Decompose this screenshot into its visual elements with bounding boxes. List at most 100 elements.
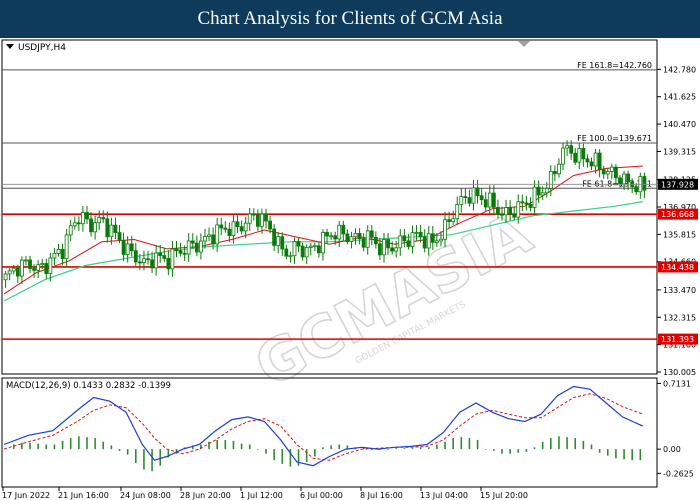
macd-hist-bar bbox=[582, 440, 585, 450]
price-tick-label: 135.815 bbox=[663, 230, 696, 239]
candle-body bbox=[101, 217, 106, 220]
candle-body bbox=[471, 187, 476, 204]
candle-body bbox=[81, 212, 85, 225]
candle-body bbox=[268, 220, 272, 230]
macd-hist-bar bbox=[322, 447, 324, 450]
candle-body bbox=[622, 173, 626, 185]
candle-body bbox=[341, 224, 346, 235]
candle-body bbox=[325, 232, 329, 237]
candle-body bbox=[133, 250, 138, 263]
candle-body bbox=[439, 238, 443, 242]
macd-hist-bar bbox=[623, 449, 625, 460]
candle-body bbox=[520, 201, 525, 204]
candle-body bbox=[353, 233, 358, 238]
candle-body bbox=[479, 195, 484, 201]
candle-body bbox=[434, 240, 439, 243]
macd-hist-bar bbox=[305, 449, 308, 463]
macd-panel: MACD(12,26,9) 0.1433 0.2832 -0.1399 0.71… bbox=[1, 377, 694, 488]
candle-body bbox=[609, 166, 614, 172]
candle-body bbox=[544, 188, 549, 194]
candle-body bbox=[552, 171, 557, 175]
candle-body bbox=[410, 232, 415, 247]
candle-body bbox=[60, 249, 65, 260]
candle-body bbox=[528, 203, 533, 208]
macd-hist-bar bbox=[69, 438, 72, 450]
candle-body bbox=[414, 232, 419, 234]
scroll-marker-icon[interactable] bbox=[518, 41, 530, 47]
macd-hist-bar bbox=[444, 441, 446, 450]
candle-body bbox=[182, 252, 187, 255]
candle-body bbox=[146, 258, 150, 261]
macd-hist-bar bbox=[606, 449, 609, 456]
macd-hist-bar bbox=[452, 438, 454, 450]
candle-body bbox=[117, 232, 122, 241]
macd-hist-bar bbox=[370, 449, 373, 451]
macd-histogram bbox=[12, 436, 642, 472]
candle-body bbox=[76, 222, 81, 225]
candle-body bbox=[398, 235, 403, 249]
candle-body bbox=[239, 226, 244, 232]
candle-body bbox=[142, 258, 146, 264]
candle-body bbox=[296, 241, 301, 247]
macd-hist-bar bbox=[240, 443, 243, 450]
panel-menu-triangle-icon[interactable] bbox=[6, 44, 14, 49]
candle-body bbox=[280, 236, 285, 250]
fibo-label: FE 100.0=139.671 bbox=[577, 134, 652, 143]
candle-body bbox=[589, 161, 594, 167]
macd-hist-bar bbox=[558, 436, 560, 450]
candle-body bbox=[373, 236, 378, 245]
watermark-brand: GCMASIA bbox=[244, 199, 542, 400]
candle-body bbox=[386, 239, 390, 249]
candle-body bbox=[642, 176, 647, 191]
candle-body bbox=[40, 263, 45, 266]
candle-body bbox=[349, 236, 354, 242]
candle-body bbox=[337, 224, 342, 240]
candle-body bbox=[215, 224, 220, 245]
macd-hist-bar bbox=[517, 449, 520, 453]
candle-body bbox=[198, 240, 203, 253]
candle-body bbox=[166, 257, 171, 270]
macd-hist-bar bbox=[639, 449, 642, 461]
macd-hist-bar bbox=[257, 449, 259, 450]
price-tick-label: 141.625 bbox=[663, 93, 696, 102]
candle-body bbox=[243, 222, 248, 232]
candle-body bbox=[512, 213, 517, 218]
macd-tick-label: 0.00 bbox=[663, 445, 681, 454]
candle-body bbox=[211, 234, 216, 245]
macd-hist-bar bbox=[248, 444, 251, 450]
candle-body bbox=[508, 207, 513, 215]
candle-body bbox=[85, 212, 89, 220]
macd-hist-bar bbox=[468, 438, 471, 450]
time-tick-label: 21 Jun 16:00 bbox=[58, 491, 109, 500]
time-tick-label: 6 Jul 00:00 bbox=[300, 491, 343, 500]
candle-body bbox=[557, 163, 561, 175]
candle-body bbox=[64, 234, 69, 260]
candle-body bbox=[577, 148, 582, 163]
sr-price-badge-label: 134.438 bbox=[661, 263, 694, 272]
candle-body bbox=[601, 169, 606, 175]
candle-body bbox=[292, 241, 297, 257]
price-axis: 142.780141.625140.470139.315138.125136.9… bbox=[657, 65, 696, 377]
macd-hist-bar bbox=[110, 445, 113, 450]
candle-body bbox=[483, 199, 488, 208]
macd-hist-bar bbox=[541, 441, 544, 450]
macd-main-line bbox=[3, 385, 644, 467]
candle-body bbox=[308, 245, 313, 248]
candle-body bbox=[316, 245, 321, 254]
candle-body bbox=[430, 233, 435, 243]
candle-body bbox=[565, 145, 569, 149]
candle-body bbox=[264, 213, 268, 222]
candle-body bbox=[390, 247, 395, 252]
candle-body bbox=[459, 196, 464, 205]
candle-body bbox=[68, 225, 73, 236]
macd-hist-bar bbox=[37, 443, 39, 450]
candle-body bbox=[378, 243, 382, 256]
macd-hist-bar bbox=[53, 444, 56, 450]
candle-body bbox=[394, 247, 399, 252]
macd-hist-bar bbox=[590, 444, 593, 450]
macd-hist-bar bbox=[78, 436, 80, 450]
price-tick-label: 132.315 bbox=[663, 313, 696, 322]
candle-body bbox=[451, 218, 456, 222]
candle-body bbox=[402, 235, 407, 242]
macd-hist-bar bbox=[265, 449, 267, 454]
